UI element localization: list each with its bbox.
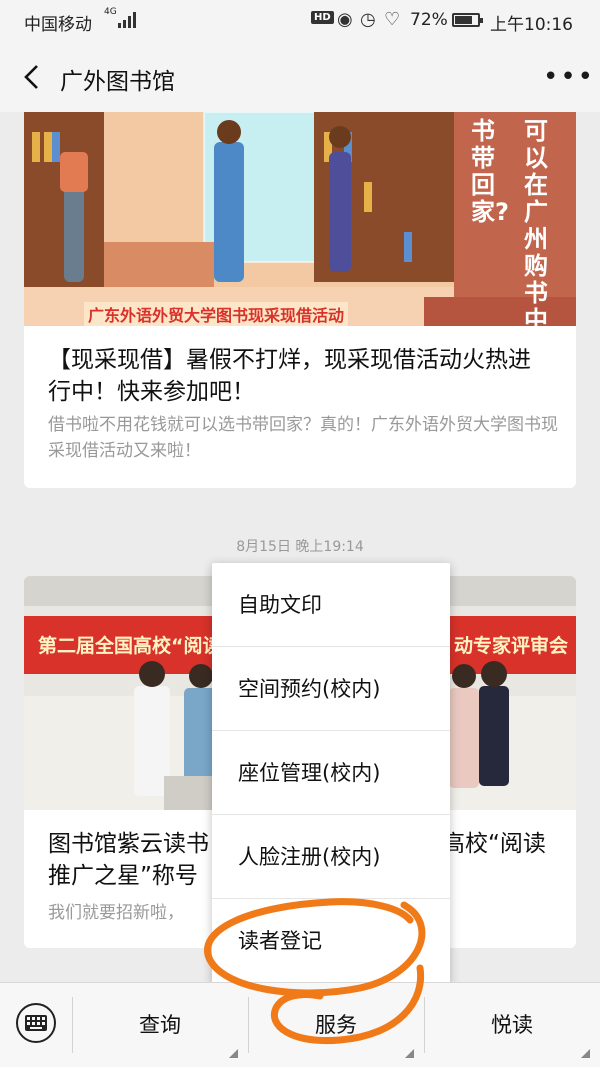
menu-item-reader-registration[interactable]: 读者登记 <box>212 899 450 983</box>
service-submenu: 自助文印 空间预约(校内) 座位管理(校内) 人脸注册(校内) 读者登记 <box>212 563 450 985</box>
back-arrow-icon[interactable] <box>18 62 48 92</box>
cover-banner-text: 广东外语外贸大学图书现采现借活动 <box>84 302 349 326</box>
submenu-indicator-icon <box>581 1049 590 1058</box>
carrier-name: 中国移动 <box>24 15 92 35</box>
clock: 上午10:16 <box>490 15 573 35</box>
hd-badge: HD <box>311 11 334 24</box>
cover-side-text-alt: 书带回家? <box>471 117 509 226</box>
more-options-icon[interactable]: ••• <box>543 64 595 90</box>
article-summary: 我们就要招新啦， <box>48 903 184 923</box>
menu-item-seat-management[interactable]: 座位管理(校内) <box>212 731 450 815</box>
cover-banner-text-right: 动专家评审会 <box>454 635 569 657</box>
alarm-icon: ◷ <box>360 9 376 30</box>
article-summary: 借书啦不用花钱就可以选书带回家？真的！广东外语外贸大学图书现采现借活动又来啦！ <box>48 415 558 461</box>
article-title: 图书馆紫云读书 <box>48 831 209 857</box>
article-cover-image: 广东外语外贸大学图书现采现借活动 可以在广州购书中 书带回家? <box>24 112 576 326</box>
menu-item-self-print[interactable]: 自助文印 <box>212 563 450 647</box>
mute-bell-icon: ♡ <box>384 9 401 30</box>
article-title: 【现采现借】暑假不打烊，现采现借活动火热进行中！快来参加吧！ <box>48 347 531 405</box>
submenu-indicator-icon <box>229 1049 238 1058</box>
menu-item-face-registration[interactable]: 人脸注册(校内) <box>212 815 450 899</box>
menu-tab-service[interactable]: 服务 <box>248 983 424 1067</box>
cover-banner-text-left: 第二届全国高校“阅读 <box>38 635 222 657</box>
network-type: 4G <box>104 7 117 17</box>
keyboard-toggle-icon[interactable] <box>16 1003 56 1043</box>
article-title-continued: 高校“阅读 <box>442 831 546 857</box>
message-timestamp: 8月15日 晚上19:14 <box>236 539 364 555</box>
nav-bar: 广外图书馆 ••• <box>0 42 600 112</box>
bottom-menu-bar: 查询 服务 悦读 <box>0 982 600 1067</box>
battery-percent: 72% <box>410 10 448 30</box>
signal-icon <box>118 12 136 28</box>
menu-item-space-booking[interactable]: 空间预约(校内) <box>212 647 450 731</box>
status-bar: 中国移动 4G HD ◉ ◷ ♡ 72% 上午10:16 <box>0 0 600 42</box>
menu-tab-query[interactable]: 查询 <box>72 983 248 1067</box>
menu-tab-reading[interactable]: 悦读 <box>424 983 600 1067</box>
battery-icon <box>452 13 483 27</box>
article-title-line2: 推广之星”称号 <box>48 863 198 889</box>
article-card[interactable]: 广东外语外贸大学图书现采现借活动 可以在广州购书中 书带回家? 【现采现借】暑假… <box>24 112 576 488</box>
page-title: 广外图书馆 <box>60 69 175 95</box>
eye-icon: ◉ <box>337 9 353 30</box>
cover-side-text: 可以在广州购书中 <box>524 117 548 327</box>
submenu-indicator-icon <box>405 1049 414 1058</box>
